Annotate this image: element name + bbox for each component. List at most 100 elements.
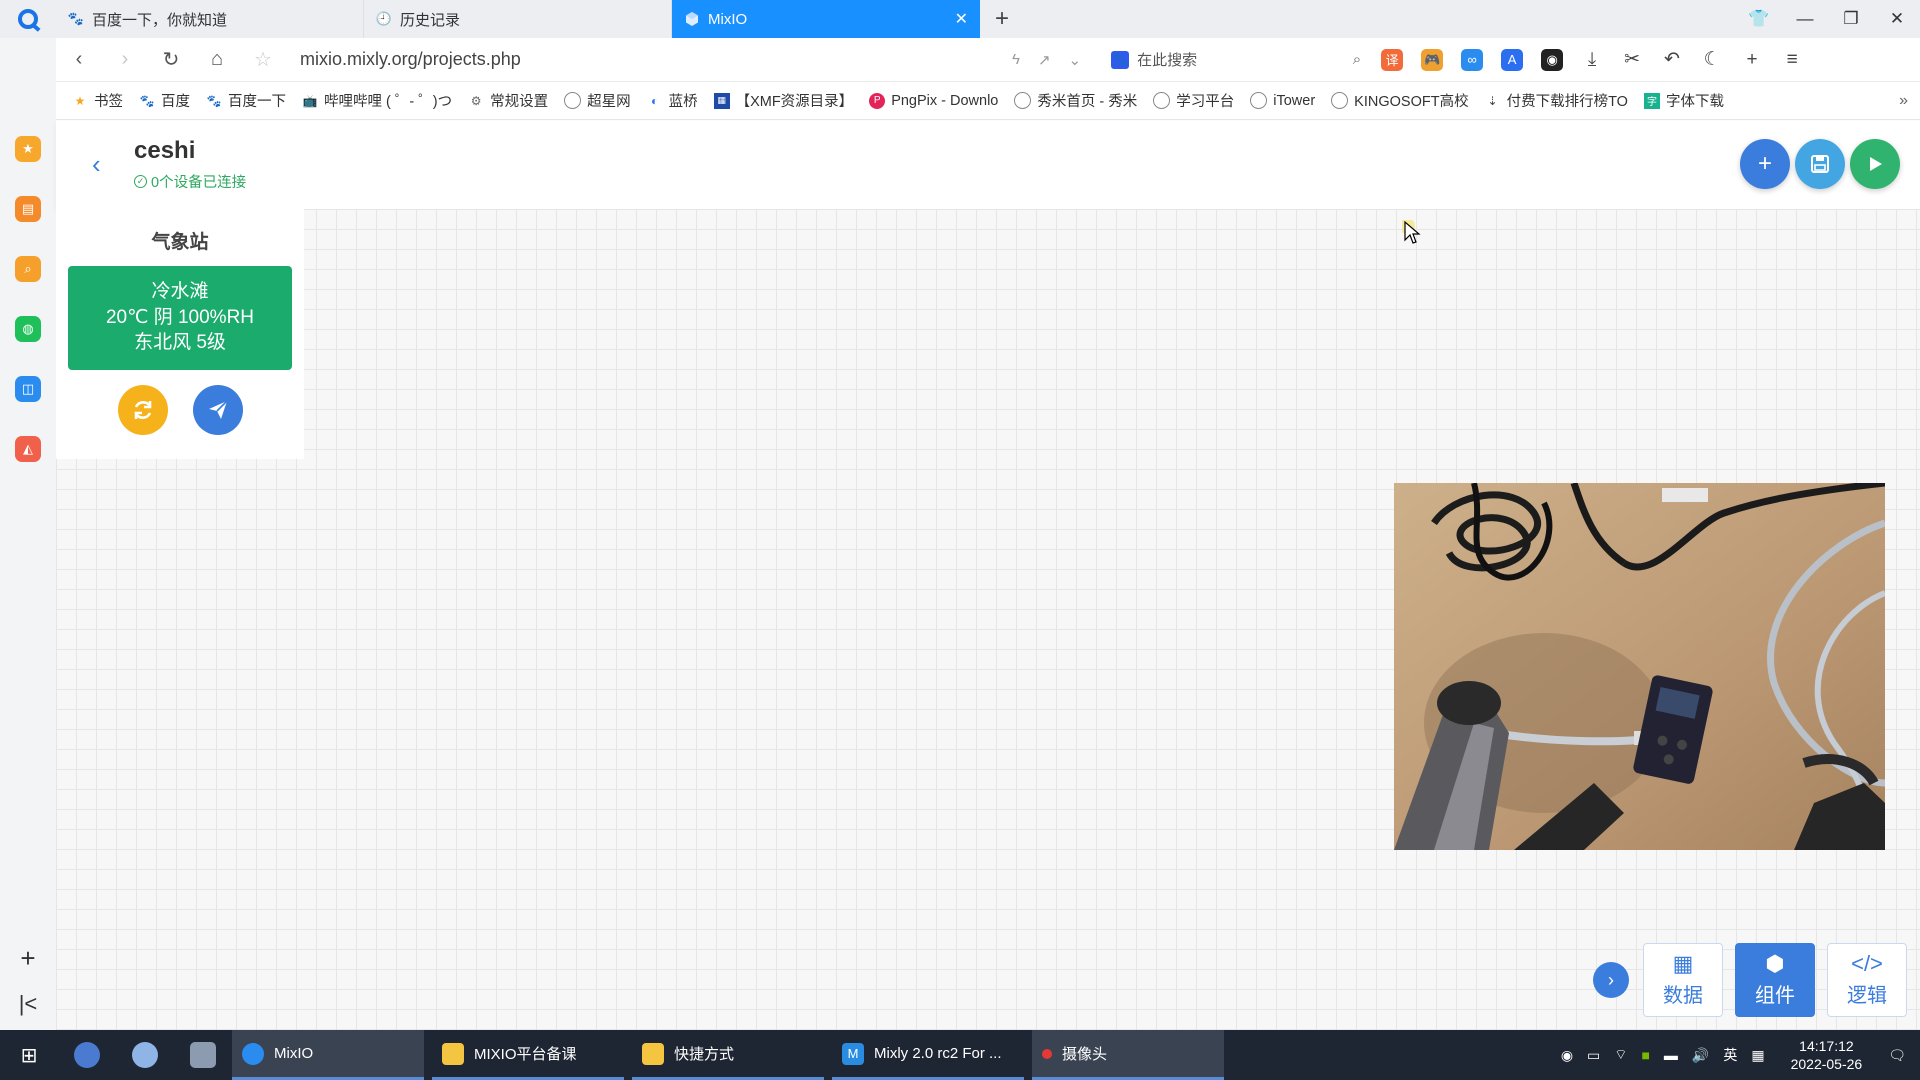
plus-icon[interactable]: +: [1741, 49, 1763, 71]
clock[interactable]: 14:17:12 2022-05-26: [1779, 1037, 1875, 1073]
back-icon[interactable]: ‹: [56, 48, 102, 71]
gift-icon[interactable]: ◫: [15, 376, 41, 402]
project-title: ceshi: [134, 137, 196, 164]
taskbar-item[interactable]: 快捷方式: [632, 1030, 824, 1080]
data-mode-button[interactable]: ▦ 数据: [1643, 943, 1723, 1017]
globe-icon: [564, 92, 582, 109]
add-button[interactable]: +: [1740, 139, 1790, 189]
photo-icon[interactable]: ◭: [15, 436, 41, 462]
baidu-paw-icon[interactable]: 🐾: [1111, 50, 1130, 69]
bookmark-item[interactable]: ⚙ 常规设置: [468, 90, 548, 111]
taskbar-item[interactable]: M Mixly 2.0 rc2 For ...: [832, 1030, 1024, 1080]
bookmark-item[interactable]: 学习平台: [1153, 90, 1234, 111]
close-window-icon[interactable]: ✕: [1874, 9, 1920, 29]
tab-history[interactable]: 🕘 历史记录: [364, 0, 672, 38]
nvidia-icon[interactable]: ■: [1641, 1047, 1649, 1063]
tab-baidu[interactable]: 🐾 百度一下，你就知道: [56, 0, 364, 38]
globe-icon: [1250, 92, 1268, 109]
mode-label: 数据: [1663, 984, 1703, 1007]
run-button[interactable]: [1850, 139, 1900, 189]
chevron-down-icon[interactable]: ⌄: [1069, 51, 1082, 69]
weather-card: 冷水滩 20℃ 阴 100%RH 东北风 5级: [68, 266, 292, 370]
star-icon: ★: [74, 93, 86, 108]
incognito-ext-icon[interactable]: ◉: [1541, 48, 1564, 71]
minimize-icon[interactable]: —: [1782, 9, 1828, 29]
translate-a-ext-icon[interactable]: A: [1501, 48, 1524, 71]
share-icon[interactable]: ↗: [1038, 51, 1051, 69]
logic-mode-button[interactable]: </> 逻辑: [1827, 943, 1907, 1017]
bookmark-item[interactable]: 🐾 百度一下: [206, 90, 286, 111]
component-mode-button[interactable]: ⬢ 组件: [1735, 943, 1815, 1017]
save-button[interactable]: [1795, 139, 1845, 189]
bookmark-item[interactable]: 🐾 百度: [139, 90, 190, 111]
bookmark-star-icon[interactable]: ☆: [240, 47, 286, 72]
refresh-button[interactable]: [118, 385, 168, 435]
bookmark-item[interactable]: 超星网: [564, 90, 631, 111]
translate-ext-icon[interactable]: 译: [1381, 48, 1404, 71]
calculator-icon[interactable]: [174, 1042, 232, 1068]
add-sidebar-icon[interactable]: +: [0, 943, 56, 974]
bookmark-item[interactable]: 秀米首页 - 秀米: [1014, 90, 1137, 111]
back-arrow-icon[interactable]: ‹: [92, 149, 101, 180]
pinned-app-icon[interactable]: [116, 1042, 174, 1068]
url-input[interactable]: mixio.mixly.org/projects.php: [300, 49, 1000, 70]
expand-toolbar-button[interactable]: ›: [1593, 962, 1629, 998]
tablet-icon[interactable]: ▭: [1587, 1047, 1600, 1064]
tray-app-icon[interactable]: ◉: [1561, 1047, 1573, 1064]
search-box[interactable]: 🐾 在此搜索 ⌕: [1111, 49, 1361, 70]
refresh-icon: [134, 401, 152, 419]
wechat-icon[interactable]: ◍: [15, 316, 41, 342]
battery-icon[interactable]: ▬: [1664, 1047, 1678, 1063]
night-mode-icon[interactable]: ☾: [1701, 48, 1723, 71]
bookmark-item[interactable]: KINGOSOFT高校: [1331, 90, 1469, 111]
favorites-icon[interactable]: ★: [15, 136, 41, 162]
menu-icon[interactable]: ≡: [1781, 49, 1803, 71]
weather-station-widget[interactable]: 气象站 冷水滩 20℃ 阴 100%RH 东北风 5级: [56, 209, 304, 459]
volume-icon[interactable]: 🔊: [1692, 1047, 1709, 1064]
ime-indicator[interactable]: 英: [1723, 1045, 1737, 1065]
chevron-double-right-icon[interactable]: »: [1899, 92, 1908, 110]
home-icon[interactable]: ⌂: [194, 48, 240, 71]
notification-icon[interactable]: 🗨: [1888, 1047, 1906, 1064]
browser-logo-icon[interactable]: [0, 0, 56, 38]
taskbar-item[interactable]: MIXIO平台备课: [432, 1030, 624, 1080]
bookmark-item[interactable]: iTower: [1250, 92, 1315, 109]
download-icon: ⇣: [1487, 93, 1498, 108]
bookmark-item[interactable]: P PngPix - Downlo: [869, 92, 998, 109]
windows-start-icon[interactable]: ⊞: [0, 1043, 58, 1068]
bookmark-item[interactable]: 字字体下载: [1643, 90, 1724, 111]
game-ext-icon[interactable]: 🎮: [1421, 48, 1444, 71]
bookmark-item[interactable]: ⇣ 付费下载排行榜TO: [1485, 90, 1628, 111]
taskbar-item[interactable]: MixIO: [232, 1030, 424, 1080]
bookmark-item[interactable]: ◐ 蓝桥: [647, 90, 698, 111]
wifi-icon[interactable]: ⌔: [1614, 1046, 1627, 1064]
bookmark-item[interactable]: 📺 哔哩哔哩 ( ゜- ゜)つ: [302, 90, 453, 111]
paper-plane-icon: [209, 400, 228, 419]
search-app-icon[interactable]: ⌕: [15, 256, 41, 282]
notes-icon[interactable]: ▤: [15, 196, 41, 222]
restore-icon[interactable]: ❐: [1828, 9, 1874, 29]
bookmark-item[interactable]: ★ 书签: [72, 90, 123, 111]
search-icon[interactable]: ⌕: [1353, 51, 1361, 68]
send-button[interactable]: [193, 385, 243, 435]
baidu-paw-icon: 🐾: [206, 93, 222, 108]
new-tab-button[interactable]: +: [980, 0, 1024, 38]
reload-icon[interactable]: ↻: [148, 47, 194, 72]
taskbar-item[interactable]: 摄像头: [1032, 1030, 1224, 1080]
keyboard-icon[interactable]: ▦: [1751, 1047, 1764, 1064]
globe-icon: [1014, 92, 1032, 109]
close-icon[interactable]: ✕: [955, 9, 968, 29]
collapse-sidebar-icon[interactable]: |<: [0, 991, 56, 1017]
shirt-skin-icon[interactable]: 👕: [1736, 9, 1782, 29]
bookmark-item[interactable]: ▦ 【XMF资源目录】: [713, 90, 853, 111]
tab-mixio[interactable]: MixIO ✕: [672, 0, 980, 38]
browser-tab-strip: 🐾 百度一下，你就知道 🕘 历史记录 MixIO ✕ + 👕 — ❐ ✕: [0, 0, 1920, 38]
lightning-icon[interactable]: ϟ: [1012, 51, 1020, 68]
pinned-app-icon[interactable]: [58, 1042, 116, 1068]
forward-icon[interactable]: ›: [102, 48, 148, 71]
undo-icon[interactable]: ↶: [1661, 48, 1683, 71]
weather-location: 冷水滩: [151, 280, 209, 302]
download-icon[interactable]: ⤓: [1581, 49, 1603, 71]
infinity-ext-icon[interactable]: ∞: [1461, 48, 1484, 71]
scissors-icon[interactable]: ✂: [1621, 48, 1643, 71]
